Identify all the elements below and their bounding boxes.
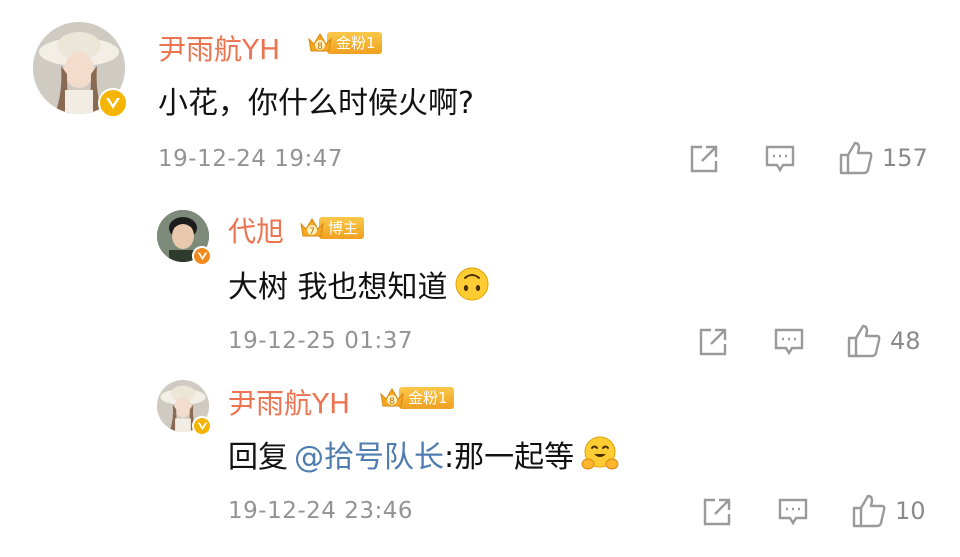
upside-down-face-icon: [455, 267, 489, 301]
badge-label: 博主: [319, 217, 365, 239]
thumbs-up-icon: [852, 494, 886, 528]
like-button[interactable]: 10: [851, 493, 926, 529]
comment-text: 回复 @拾号队长 :那一起等: [228, 432, 620, 476]
username[interactable]: 代旭: [228, 210, 284, 250]
badge-label: 金粉1: [399, 387, 454, 409]
crown-icon: 7: [300, 218, 324, 237]
share-button[interactable]: [697, 326, 729, 358]
reply-item: 代旭 7 博主 大树 我也想知道 19-12-25 01:37 48: [0, 190, 960, 370]
crown-icon: 8: [380, 388, 404, 407]
comment-item: 尹雨航YH 8 金粉1 小花，你什么时候火啊? 19-12-24 19:47 1…: [0, 0, 960, 190]
fan-badge[interactable]: 8 金粉1: [379, 386, 454, 410]
badge-label: 金粉1: [327, 32, 382, 54]
share-button[interactable]: [688, 143, 720, 175]
share-icon: [703, 498, 731, 526]
reply-text: :那一起等: [444, 440, 575, 475]
reply-prefix: 回复: [228, 440, 288, 475]
comment-button[interactable]: [777, 496, 809, 528]
comment-icon: [774, 328, 804, 356]
share-button[interactable]: [701, 496, 733, 528]
svg-text:8: 8: [317, 42, 323, 52]
share-icon: [690, 145, 718, 173]
thumbs-up-icon: [847, 324, 881, 358]
comment-button[interactable]: [773, 326, 805, 358]
thumbs-up-icon: [839, 141, 873, 175]
crown-icon: 8: [308, 33, 332, 52]
comment-icon: [778, 498, 808, 526]
timestamp: 19-12-24 23:46: [228, 498, 413, 524]
like-button[interactable]: 157: [838, 140, 928, 176]
reply-item: 尹雨航YH 8 金粉1 回复 @拾号队长 :那一起等 19-12-24 23:4…: [0, 370, 960, 557]
comment-text: 大树 我也想知道: [228, 262, 490, 306]
timestamp: 19-12-24 19:47: [158, 146, 343, 172]
blogger-badge[interactable]: 7 博主: [299, 216, 365, 240]
verified-v-icon: [98, 88, 128, 118]
timestamp: 19-12-25 01:37: [228, 328, 413, 354]
like-count: 157: [882, 144, 928, 172]
like-button[interactable]: 48: [846, 323, 921, 359]
username[interactable]: 尹雨航YH: [158, 28, 280, 68]
fan-badge[interactable]: 8 金粉1: [307, 31, 382, 55]
share-icon: [699, 328, 727, 356]
svg-text:8: 8: [389, 397, 395, 407]
comment-text: 小花，你什么时候火啊?: [158, 86, 474, 121]
hugging-face-icon: [581, 436, 619, 470]
like-count: 10: [895, 497, 926, 525]
comment-icon: [765, 145, 795, 173]
svg-text:7: 7: [309, 227, 315, 237]
verified-v-icon: [192, 246, 212, 266]
mention-link[interactable]: @拾号队长: [294, 432, 444, 476]
like-count: 48: [890, 327, 921, 355]
verified-v-icon: [192, 416, 212, 436]
comment-button[interactable]: [764, 143, 796, 175]
username[interactable]: 尹雨航YH: [228, 382, 350, 422]
reply-text: 大树 我也想知道: [228, 270, 448, 305]
